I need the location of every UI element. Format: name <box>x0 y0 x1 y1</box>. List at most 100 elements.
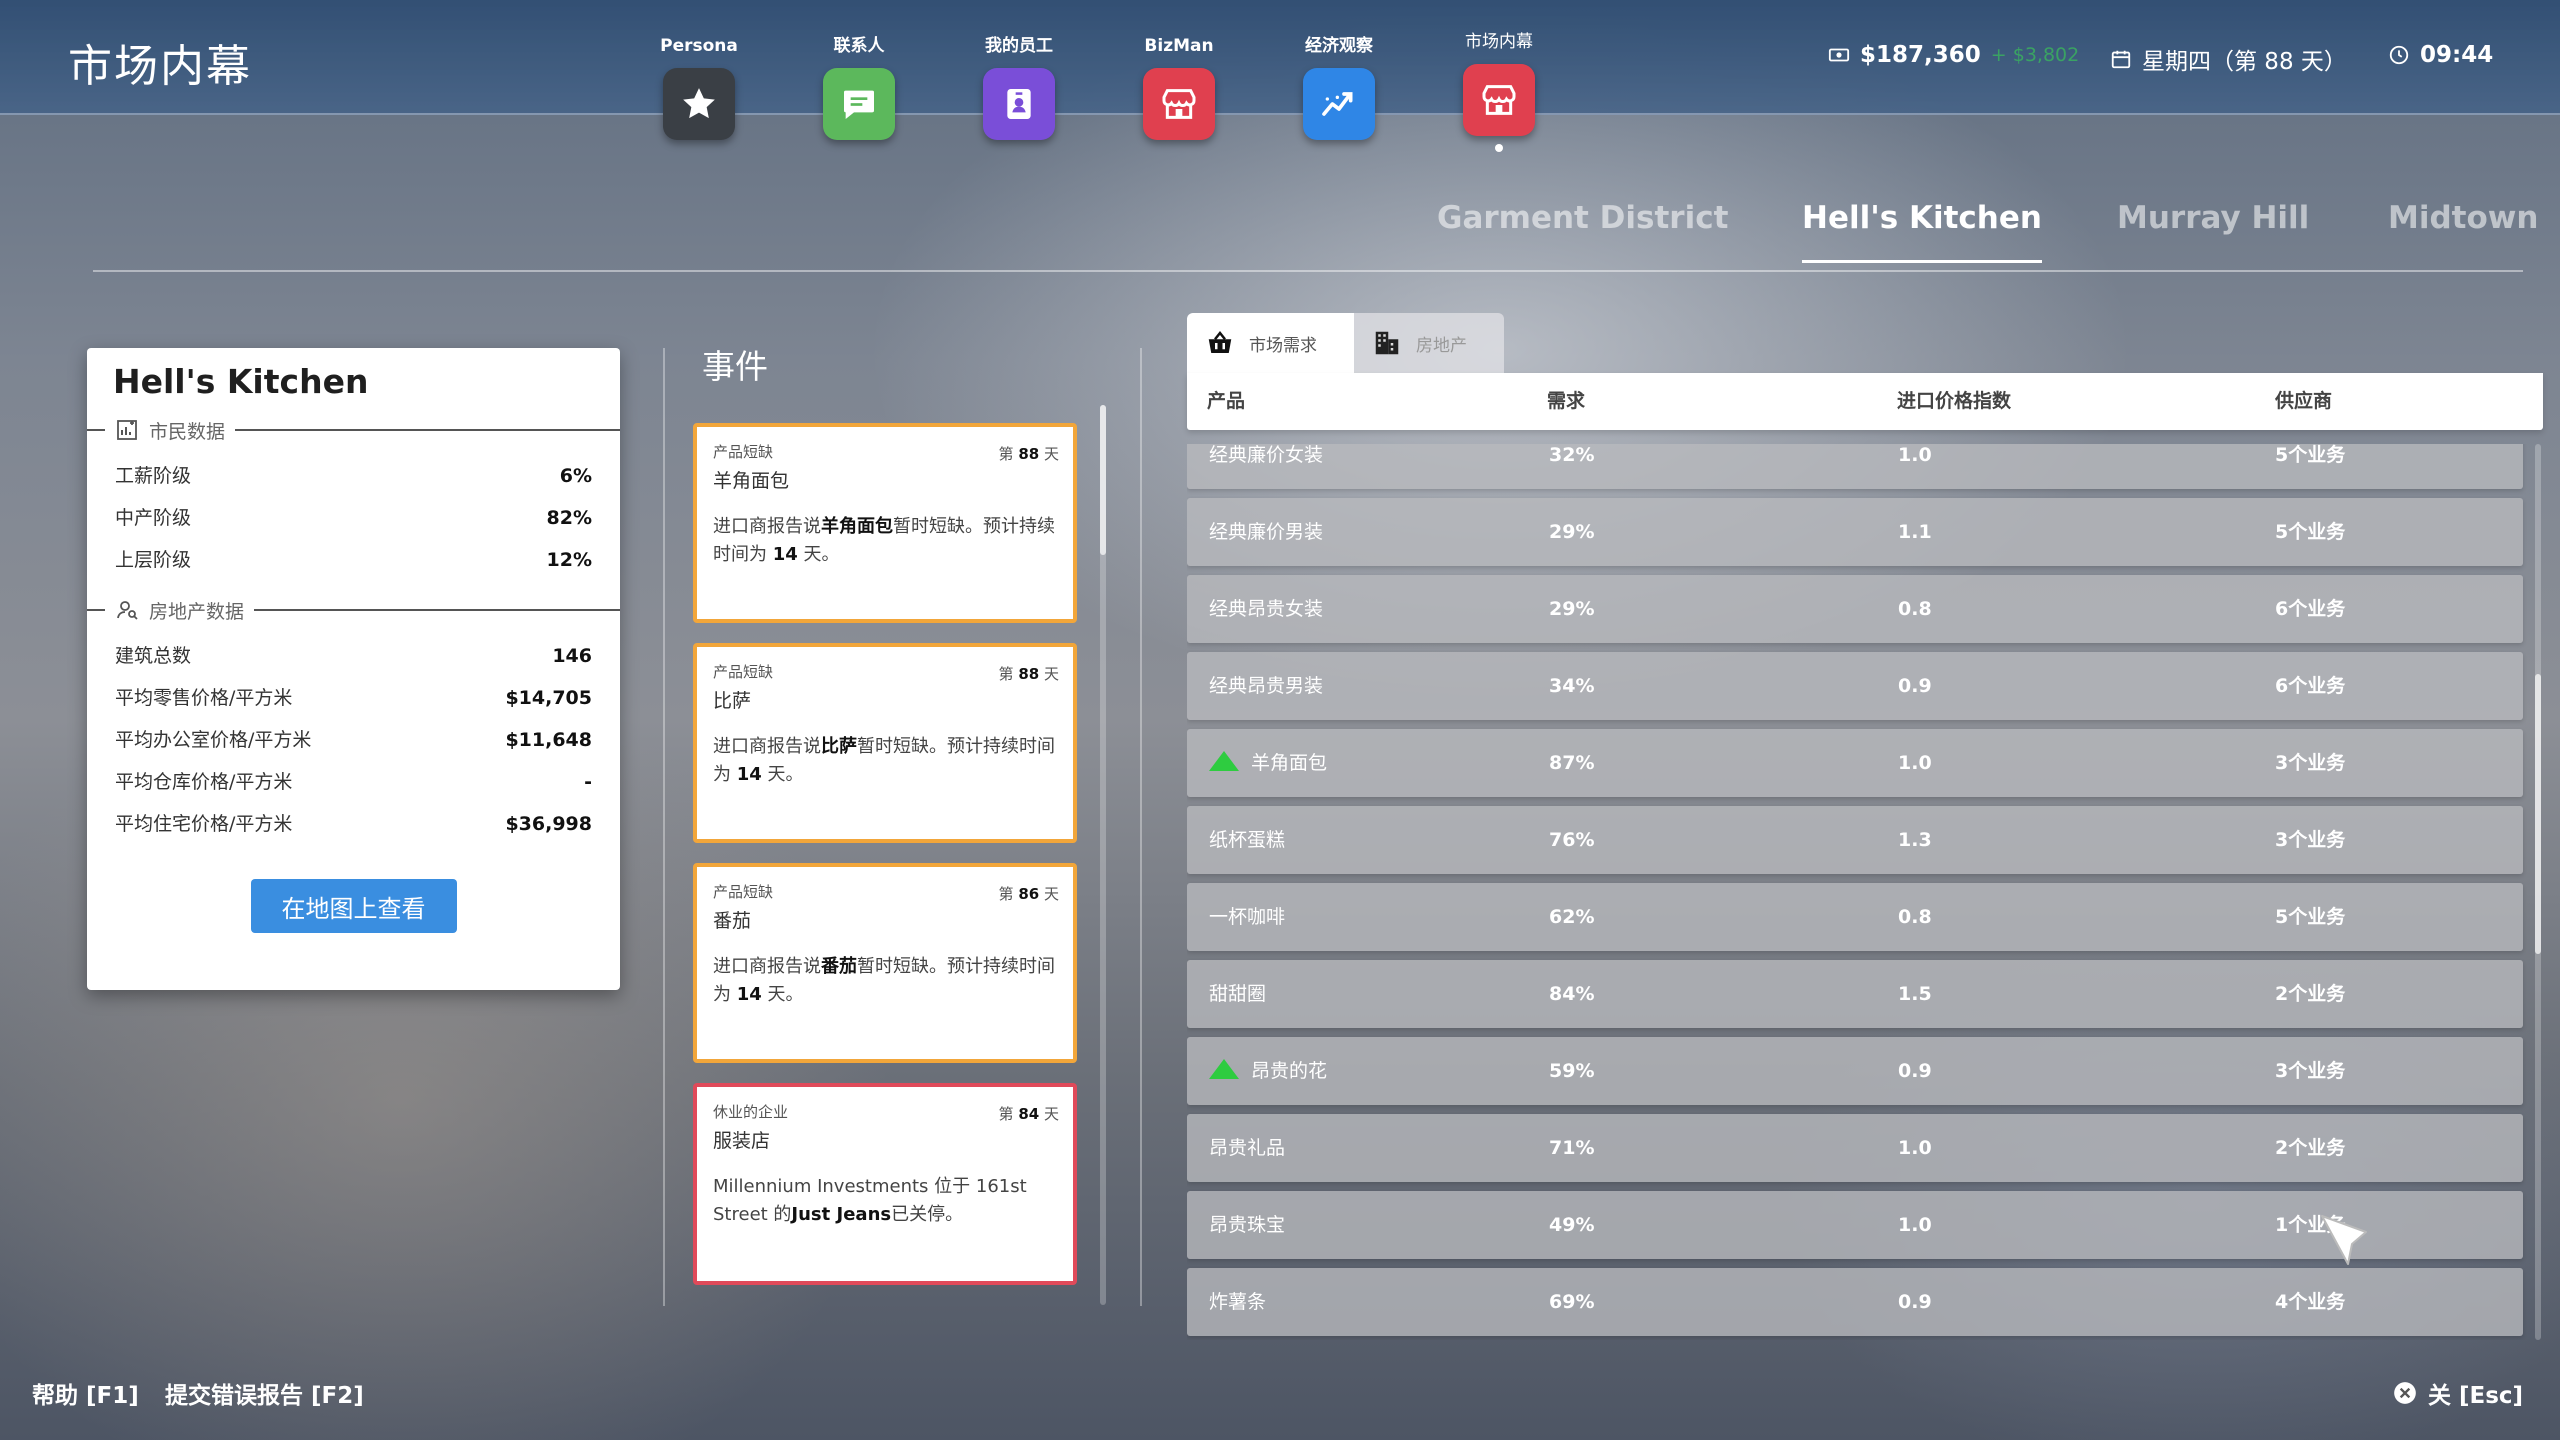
table-row[interactable]: 昂贵的花 59% 0.9 3个业务 <box>1187 1037 2523 1105</box>
market-table-body[interactable]: 经典廉价女装 32% 1.0 5个业务 经典廉价男装 29% 1.1 5个业务 经典昂贵女装 29… <box>1187 444 2527 1340</box>
event-description: Millennium Investments 位于 161st Street 的… <box>713 1176 1027 1225</box>
price-index-cell: 1.0 <box>1898 1214 1932 1236</box>
price-index-cell: 1.0 <box>1898 1137 1932 1159</box>
price-index-cell: 0.9 <box>1898 1291 1932 1313</box>
demand-cell: 87% <box>1549 752 1595 774</box>
nav-label: 市场内幕 <box>1465 32 1533 52</box>
table-row[interactable]: 甜甜圈 84% 1.5 2个业务 <box>1187 960 2523 1028</box>
suppliers-cell: 3个业务 <box>2275 829 2346 851</box>
mouse-cursor-icon <box>2321 1215 2367 1265</box>
money-value: $187,360 <box>1860 42 1981 68</box>
events-scrollbar[interactable] <box>1100 405 1106 1305</box>
event-card[interactable]: 产品短缺 第 88 天 羊角面包 进口商报告说羊角面包暂时短缺。预计持续时间为 … <box>693 423 1077 623</box>
building-icon <box>1375 331 1399 355</box>
tab-midtown[interactable]: Midtown <box>2388 200 2539 236</box>
star-icon <box>683 88 715 119</box>
chart-icon <box>117 420 137 440</box>
product-cell: 一杯咖啡 <box>1209 906 1286 928</box>
divider <box>1140 348 1142 1306</box>
table-row[interactable]: 纸杯蛋糕 76% 1.3 3个业务 <box>1187 806 2523 874</box>
close-button[interactable]: 关 [Esc] <box>2392 1376 2523 1410</box>
column-product[interactable]: 产品 <box>1207 373 1245 430</box>
stat-row: 工薪阶级 6% <box>115 465 592 487</box>
price-index-cell: 0.8 <box>1898 598 1932 620</box>
table-row[interactable]: 经典昂贵女装 29% 0.8 6个业务 <box>1187 575 2523 643</box>
economy-button[interactable] <box>1303 68 1375 140</box>
demand-cell: 62% <box>1549 906 1595 928</box>
table-header: 产品 需求 进口价格指数 供应商 <box>1187 373 2543 430</box>
scrollbar-thumb[interactable] <box>2535 674 2541 954</box>
bizman-button[interactable] <box>1143 68 1215 140</box>
stat-row: 平均仓库价格/平方米 - <box>115 771 592 793</box>
events-title: 事件 <box>702 347 768 386</box>
persona-button[interactable] <box>663 68 735 140</box>
market-tabs: 市场需求 房地产 <box>1187 313 1504 373</box>
tab-murray-hill[interactable]: Murray Hill <box>2117 200 2309 236</box>
price-index-cell: 1.0 <box>1898 444 1932 466</box>
demand-cell: 84% <box>1549 983 1595 1005</box>
product-cell: 经典廉价男装 <box>1209 521 1324 543</box>
demand-cell: 71% <box>1549 1137 1595 1159</box>
price-index-cell: 1.3 <box>1898 829 1932 851</box>
help-link[interactable]: 帮助 [F1] <box>32 1376 139 1410</box>
table-row[interactable]: 经典廉价男装 29% 1.1 5个业务 <box>1187 498 2523 566</box>
event-card[interactable]: 产品短缺 第 86 天 番茄 进口商报告说番茄暂时短缺。预计持续时间为 14 天… <box>693 863 1077 1063</box>
store-icon <box>1482 85 1516 115</box>
event-card[interactable]: 休业的企业 第 84 天 服装店 Millennium Investments … <box>693 1083 1077 1285</box>
table-scrollbar[interactable] <box>2535 444 2541 1340</box>
date-value: 星期四（第 88 天） <box>2142 49 2347 75</box>
product-cell: 甜甜圈 <box>1209 983 1267 1005</box>
nav-employees[interactable]: 我的员工 <box>964 34 1074 140</box>
district-title: Hell's Kitchen <box>113 362 369 401</box>
tab-hells-kitchen[interactable]: Hell's Kitchen <box>1802 200 2042 263</box>
column-suppliers[interactable]: 供应商 <box>2275 373 2332 430</box>
divider <box>663 348 665 1306</box>
tab-real-estate[interactable]: 房地产 <box>1354 313 1504 373</box>
contacts-button[interactable] <box>823 68 895 140</box>
nav-label: 经济观察 <box>1305 36 1373 56</box>
table-row[interactable]: 羊角面包 87% 1.0 3个业务 <box>1187 729 2523 797</box>
event-card[interactable]: 产品短缺 第 88 天 比萨 进口商报告说比萨暂时短缺。预计持续时间为 14 天… <box>693 643 1077 843</box>
table-row[interactable]: 经典昂贵男装 34% 0.9 6个业务 <box>1187 652 2523 720</box>
cash-icon <box>1828 48 1850 62</box>
price-index-cell: 1.1 <box>1898 521 1932 543</box>
column-price-index[interactable]: 进口价格指数 <box>1897 373 2011 430</box>
event-name: 番茄 <box>713 910 752 932</box>
suppliers-cell: 6个业务 <box>2275 675 2346 697</box>
suppliers-cell: 5个业务 <box>2275 521 2346 543</box>
nav-bizman[interactable]: BizMan <box>1124 34 1234 140</box>
table-row[interactable]: 昂贵礼品 71% 1.0 2个业务 <box>1187 1114 2523 1182</box>
time-display: 09:44 <box>2388 42 2493 68</box>
price-index-cell: 1.5 <box>1898 983 1932 1005</box>
nav-contacts[interactable]: 联系人 <box>804 34 914 140</box>
nav-economy[interactable]: 经济观察 <box>1284 34 1394 140</box>
table-row[interactable]: 炸薯条 69% 0.9 4个业务 <box>1187 1268 2523 1336</box>
nav-persona[interactable]: Persona <box>644 34 754 140</box>
suppliers-cell: 4个业务 <box>2275 1291 2346 1313</box>
bug-report-link[interactable]: 提交错误报告 [F2] <box>165 1376 364 1410</box>
price-index-cell: 0.8 <box>1898 906 1932 928</box>
event-day: 第 88 天 <box>998 665 1059 683</box>
district-tabs: Garment District Hell's Kitchen Murray H… <box>1400 200 2539 272</box>
tab-garment-district[interactable]: Garment District <box>1437 200 1728 236</box>
event-description: 进口商报告说比萨暂时短缺。预计持续时间为 14 天。 <box>713 736 1055 785</box>
view-on-map-button[interactable]: 在地图上查看 <box>250 879 457 933</box>
event-day: 第 86 天 <box>998 885 1059 903</box>
market-insight-button[interactable] <box>1463 64 1535 136</box>
stat-row: 平均办公室价格/平方米 $11,648 <box>115 729 592 751</box>
table-row[interactable]: 一杯咖啡 62% 0.8 5个业务 <box>1187 883 2523 951</box>
suppliers-cell: 2个业务 <box>2275 1137 2346 1159</box>
store-icon <box>1162 89 1196 119</box>
tab-market-demand[interactable]: 市场需求 <box>1187 313 1354 373</box>
column-demand[interactable]: 需求 <box>1547 373 1585 430</box>
nav-market-insight[interactable]: 市场内幕 <box>1444 30 1554 152</box>
events-list[interactable]: 产品短缺 第 88 天 羊角面包 进口商报告说羊角面包暂时短缺。预计持续时间为 … <box>693 423 1078 1305</box>
product-cell: 羊角面包 <box>1209 729 1327 797</box>
nav-label: 联系人 <box>833 36 885 56</box>
employees-button[interactable] <box>983 68 1055 140</box>
suppliers-cell: 2个业务 <box>2275 983 2346 1005</box>
table-row[interactable]: 经典廉价女装 32% 1.0 5个业务 <box>1187 444 2523 489</box>
scrollbar-thumb[interactable] <box>1100 405 1106 555</box>
badge-icon <box>1007 89 1031 119</box>
demand-cell: 34% <box>1549 675 1595 697</box>
